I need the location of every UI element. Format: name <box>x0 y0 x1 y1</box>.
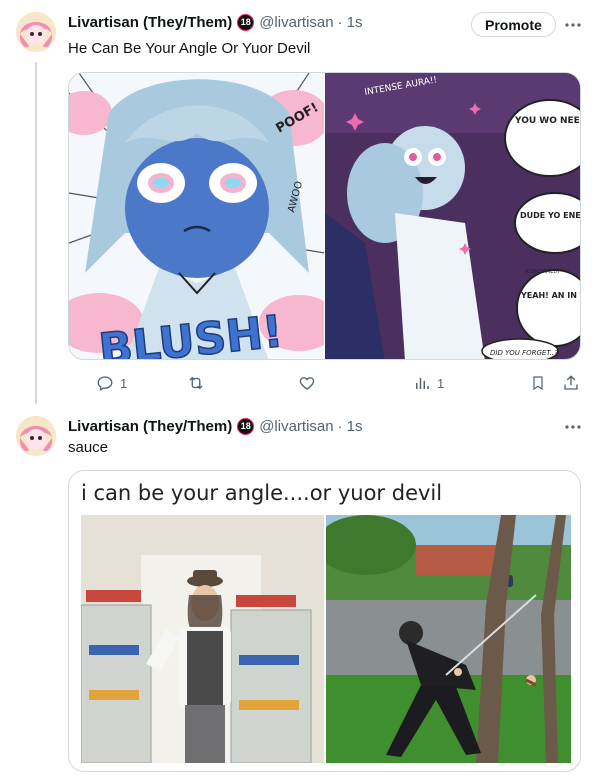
timestamp[interactable]: 1s <box>347 14 363 31</box>
like-button[interactable] <box>298 372 316 394</box>
author-name[interactable]: Livartisan (They/Them) <box>68 14 232 31</box>
bubble-1: YOU WO NEED Y WORR AT A <box>514 116 580 126</box>
like-icon <box>299 377 315 390</box>
author-handle[interactable]: @livartisan <box>259 14 333 31</box>
tweet-media[interactable]: POOF! AWOO BLUSH! INTENSE AURA!! YOU WO … <box>68 72 581 360</box>
views-icon <box>416 377 429 389</box>
tweet-text: He Can Be Your Angle Or Yuor Devil <box>68 40 311 57</box>
photo-left <box>81 515 324 763</box>
views-count: 1 <box>437 375 445 391</box>
separator: · <box>337 13 343 31</box>
meme-photos <box>81 515 571 763</box>
thread-line <box>35 62 37 404</box>
avatar[interactable] <box>16 12 56 52</box>
bubble-2: DUDE YO ENERGY WILD NO <box>520 211 580 220</box>
age-badge-icon: 18 <box>237 13 255 31</box>
more-icon[interactable] <box>562 416 584 438</box>
more-icon[interactable] <box>562 14 584 36</box>
share-icon <box>564 375 578 390</box>
bubble-tag: (CONFIRMED) <box>525 269 559 275</box>
age-badge-icon: 18 <box>237 417 255 435</box>
timestamp[interactable]: 1s <box>347 418 363 435</box>
tweet-header: Livartisan (They/Them) 18 @livartisan · … <box>68 12 362 32</box>
reply-button[interactable]: 1 <box>96 372 127 394</box>
tweet-header: Livartisan (They/Them) 18 @livartisan · … <box>68 416 362 436</box>
retweet-button[interactable] <box>186 372 206 394</box>
reply-icon <box>97 376 113 391</box>
avatar[interactable] <box>16 416 56 456</box>
views-button[interactable]: 1 <box>413 372 444 394</box>
photo-right <box>326 515 571 763</box>
author-name[interactable]: Livartisan (They/Them) <box>68 418 232 435</box>
bookmark-icon <box>533 376 543 391</box>
reply-count: 1 <box>120 375 128 391</box>
promote-button[interactable]: Promote <box>471 12 556 37</box>
bookmark-button[interactable] <box>530 372 546 394</box>
author-handle[interactable]: @livartisan <box>259 418 333 435</box>
separator: · <box>337 417 343 435</box>
tweet-1[interactable]: Livartisan (They/Them) 18 @livartisan · … <box>0 0 597 404</box>
share-button[interactable] <box>562 372 580 394</box>
bubble-3: YEAH! AN IN THE COUN <box>520 291 580 300</box>
bubble-4: DID YOU FORGET..? <box>490 349 558 357</box>
tweet-actions: 1 1 <box>68 372 581 394</box>
meme-image[interactable]: i can be your angle....or yuor devil <box>68 470 581 772</box>
comic-panel-aura[interactable]: INTENSE AURA!! YOU WO NEED Y WORR AT A D… <box>325 73 580 359</box>
tweet-text: sauce <box>68 439 109 456</box>
comic-panel-blush[interactable]: POOF! AWOO BLUSH! <box>69 73 324 359</box>
meme-title: i can be your angle....or yuor devil <box>81 481 443 505</box>
retweet-icon <box>189 376 203 390</box>
